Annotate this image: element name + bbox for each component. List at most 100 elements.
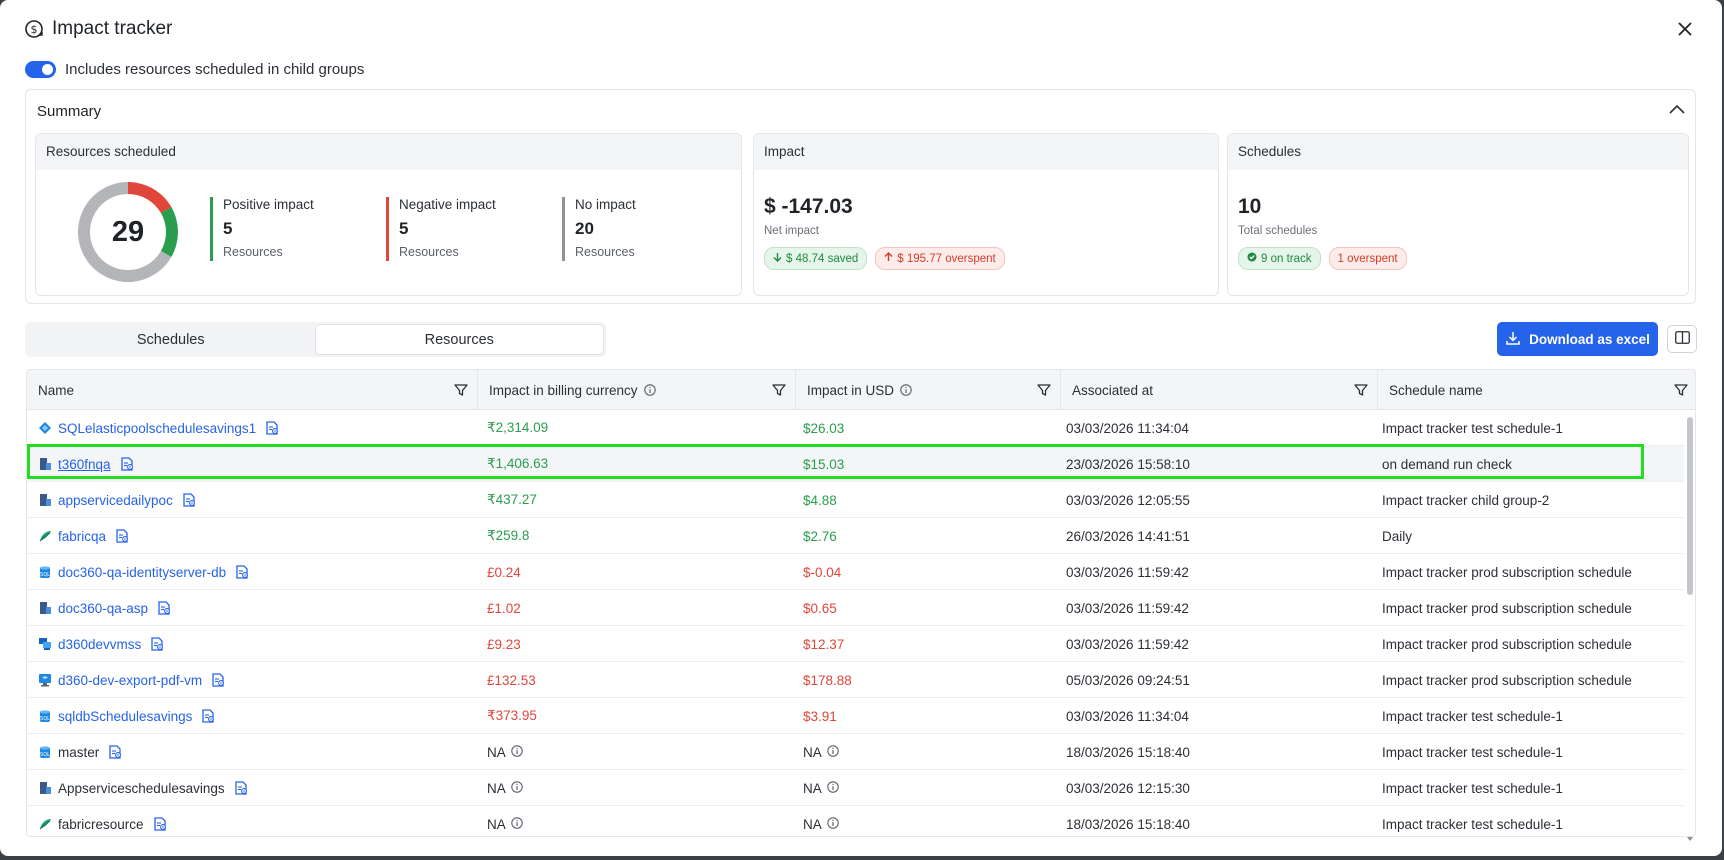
filter-icon[interactable]	[1353, 382, 1369, 398]
cell-name: SQLelasticpoolschedulesavings1	[38, 410, 468, 446]
value-text: ₹437.27	[487, 492, 537, 507]
resource-link[interactable]: doc360-qa-identityserver-db	[58, 565, 226, 580]
resource-details-icon[interactable]	[149, 636, 165, 652]
cell-billing: ₹2,314.09	[487, 410, 787, 446]
total-schedules-label: Total schedules	[1238, 225, 1318, 237]
cell-usd: $2.76	[803, 518, 1053, 554]
cell-billing: £9.23	[487, 626, 787, 662]
resource-details-icon[interactable]	[234, 564, 250, 580]
filter-icon[interactable]	[1673, 382, 1689, 398]
info-icon[interactable]	[511, 816, 523, 832]
filter-icon[interactable]	[1036, 382, 1052, 398]
value-text: ₹259.8	[487, 528, 530, 543]
child-groups-toggle[interactable]	[25, 61, 56, 78]
cell-usd: $0.65	[803, 590, 1053, 626]
app-service-icon	[38, 601, 52, 615]
resource-link[interactable]: doc360-qa-asp	[58, 601, 148, 616]
resource-details-icon[interactable]	[233, 780, 249, 796]
net-impact-value: $ -147.03	[764, 195, 853, 218]
value-text: NA	[803, 780, 822, 796]
value-text: NA	[487, 816, 506, 832]
resource-details-icon[interactable]	[107, 744, 123, 760]
table-row[interactable]: fabricresource NA NA 18/03/2026 15:18:40…	[27, 806, 1684, 836]
resource-details-icon[interactable]	[210, 672, 226, 688]
value-text: $-0.04	[803, 564, 842, 580]
table-row[interactable]: fabricqa ₹259.8 $2.76 26/03/2026 14:41:5…	[27, 518, 1684, 554]
resource-link[interactable]: fabricqa	[58, 529, 106, 544]
stat-sub: Resources	[223, 245, 283, 259]
close-icon[interactable]	[1672, 16, 1698, 42]
modal-title: Impact tracker	[52, 18, 173, 39]
resource-details-icon[interactable]	[152, 816, 168, 832]
chevron-up-icon[interactable]	[1667, 100, 1687, 120]
table-row[interactable]: Appserviceschedulesavings NA NA 03/03/20…	[27, 770, 1684, 806]
resource-link[interactable]: appservicedailypoc	[58, 493, 173, 508]
overspent-text: 1 overspent	[1337, 252, 1398, 265]
resource-details-icon[interactable]	[181, 492, 197, 508]
info-icon[interactable]	[900, 384, 912, 396]
no-impact-stat: No impact 20 Resources	[562, 197, 636, 261]
cell-billing: £0.24	[487, 554, 787, 590]
stat-sub: Resources	[399, 245, 459, 259]
col-label: Schedule name	[1389, 382, 1483, 398]
info-icon[interactable]	[511, 744, 523, 760]
cell-usd: $4.88	[803, 482, 1053, 518]
resource-link[interactable]: d360-dev-export-pdf-vm	[58, 673, 202, 688]
resource-link[interactable]: SQLelasticpoolschedulesavings1	[58, 421, 256, 436]
value-text: ₹373.95	[487, 708, 537, 723]
col-label: Impact in billing currency	[489, 382, 638, 398]
column-layout-button[interactable]	[1667, 325, 1697, 353]
resource-details-icon[interactable]	[156, 600, 172, 616]
cell-billing: £1.02	[487, 590, 787, 626]
value-text: NA	[803, 744, 822, 760]
resource-link[interactable]: sqldbSchedulesavings	[58, 709, 192, 724]
saved-badge: $ 48.74 saved	[764, 247, 868, 270]
fabric-icon	[38, 817, 52, 831]
scroll-thumb[interactable]	[1687, 417, 1693, 595]
resource-link: master	[58, 744, 100, 760]
cell-name: appservicedailypoc	[38, 482, 468, 518]
cell-name: fabricqa	[38, 518, 468, 554]
resources-total: 29	[111, 215, 145, 248]
table-row[interactable]: SQL doc360-qa-identityserver-db £0.24 $-…	[27, 554, 1684, 590]
table-row[interactable]: d360-dev-export-pdf-vm £132.53 $178.88 0…	[27, 662, 1684, 698]
info-icon[interactable]	[827, 780, 839, 796]
table-row[interactable]: t360fnqa ₹1,406.63 $15.03 23/03/2026 15:…	[27, 446, 1684, 482]
cell-billing: NA	[487, 770, 787, 806]
resource-link[interactable]: d360devvmss	[58, 637, 141, 652]
tab-schedules[interactable]: Schedules	[27, 324, 315, 355]
resource-link[interactable]: t360fnqa	[58, 457, 111, 472]
tab-resources[interactable]: Resources	[314, 324, 604, 355]
resource-details-icon[interactable]	[114, 528, 130, 544]
table-scrollbar[interactable]	[1686, 409, 1694, 841]
view-tabs: Schedules Resources	[25, 322, 606, 357]
info-icon[interactable]	[643, 384, 656, 396]
table-row[interactable]: SQL sqldbSchedulesavings ₹373.95 $3.91 0…	[27, 698, 1684, 734]
cell-billing: £132.53	[487, 662, 787, 698]
table-row[interactable]: SQL master NA NA 18/03/2026 15:18:40 Imp…	[27, 734, 1684, 770]
sql-elastic-pool-icon	[38, 421, 52, 435]
download-label: Download as excel	[1529, 331, 1650, 347]
resource-details-icon[interactable]	[200, 708, 216, 724]
filter-icon[interactable]	[453, 382, 469, 398]
cell-associated: 05/03/2026 09:24:51	[1066, 672, 1190, 688]
download-excel-button[interactable]: Download as excel	[1497, 322, 1658, 356]
cell-associated: 03/03/2026 11:59:42	[1066, 636, 1189, 652]
table-row[interactable]: doc360-qa-asp £1.02 $0.65 03/03/2026 11:…	[27, 590, 1684, 626]
cell-schedule: Impact tracker prod subscription schedul…	[1382, 600, 1632, 616]
resource-details-icon[interactable]	[264, 420, 280, 436]
info-icon[interactable]	[827, 816, 839, 832]
info-icon[interactable]	[511, 780, 523, 796]
cell-name: SQL sqldbSchedulesavings	[38, 698, 468, 734]
table-row[interactable]: SQLelasticpoolschedulesavings1 ₹2,314.09…	[27, 410, 1684, 446]
info-icon[interactable]	[827, 744, 839, 760]
filter-icon[interactable]	[771, 382, 787, 398]
cell-usd: $26.03	[803, 410, 1053, 446]
sql-database-icon: SQL	[38, 565, 52, 579]
value-text: $12.37	[803, 636, 845, 652]
table-row[interactable]: appservicedailypoc ₹437.27 $4.88 03/03/2…	[27, 482, 1684, 518]
resource-details-icon[interactable]	[119, 456, 135, 472]
value-text: $3.91	[803, 708, 837, 724]
svg-text:SQL: SQL	[40, 752, 50, 758]
table-row[interactable]: d360devvmss £9.23 $12.37 03/03/2026 11:5…	[27, 626, 1684, 662]
